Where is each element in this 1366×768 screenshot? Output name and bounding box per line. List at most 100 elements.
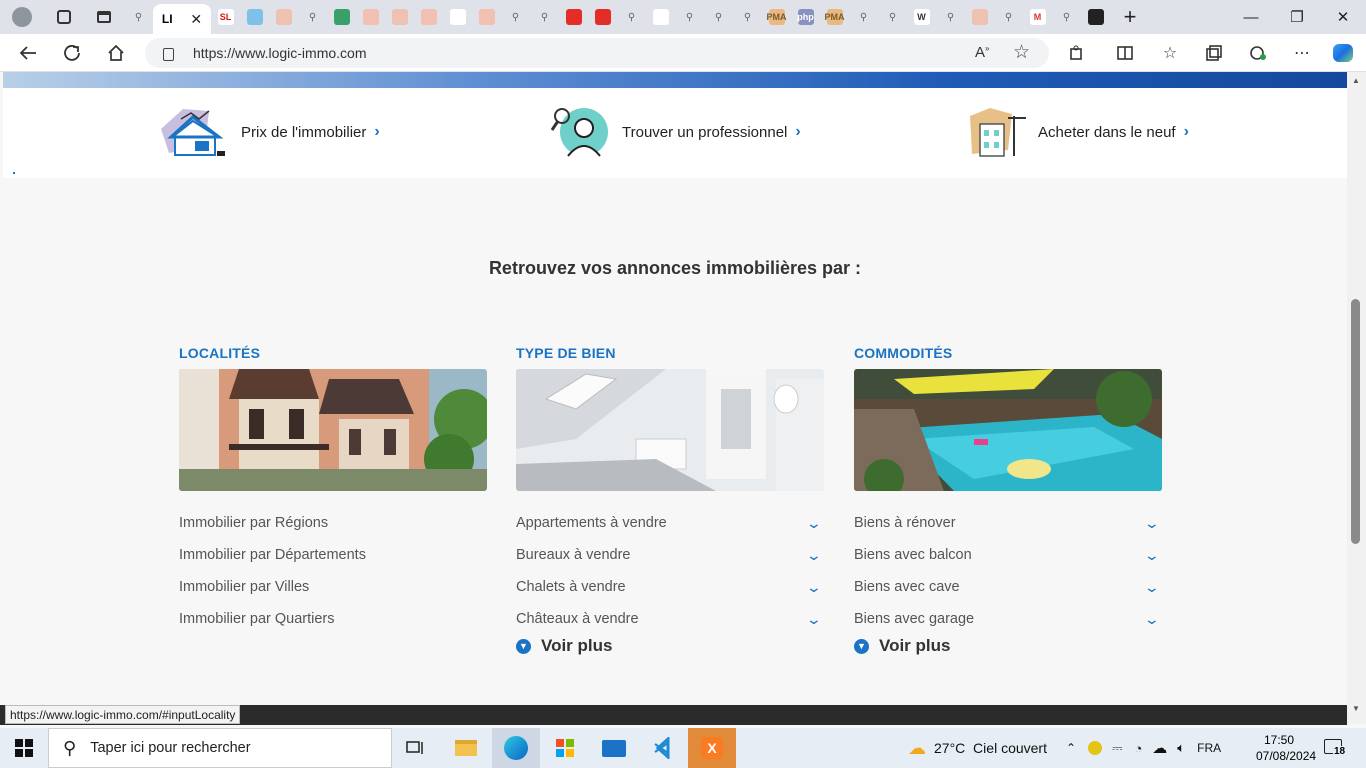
minimize-icon[interactable]: —: [1228, 0, 1274, 34]
list-item[interactable]: Bureaux à vendre ⌄: [516, 539, 824, 571]
browser-tab[interactable]: ⚲: [617, 3, 646, 31]
workspaces-icon[interactable]: [44, 3, 84, 31]
browser-tab[interactable]: [240, 3, 269, 31]
restore-icon[interactable]: ❐: [1274, 0, 1320, 34]
voir-plus-button[interactable]: ▼ Voir plus: [854, 636, 1162, 656]
tab-actions-icon[interactable]: [84, 3, 124, 31]
browser-tab[interactable]: ⚲: [704, 3, 733, 31]
vertical-scrollbar[interactable]: ▲ ▼: [1347, 72, 1366, 724]
list-item[interactable]: Immobilier par Régions: [179, 507, 487, 539]
split-screen-icon[interactable]: [1110, 39, 1140, 67]
browser-tab[interactable]: [472, 3, 501, 31]
chevron-down-icon[interactable]: ⌄: [1144, 611, 1160, 628]
browser-tab[interactable]: [965, 3, 994, 31]
browser-tab[interactable]: ⚲: [124, 3, 153, 31]
chevron-down-icon[interactable]: ⌄: [806, 515, 822, 532]
browser-tab[interactable]: ⚲: [994, 3, 1023, 31]
browser-tab[interactable]: [559, 3, 588, 31]
browser-tab[interactable]: [646, 3, 675, 31]
browser-tab[interactable]: [443, 3, 472, 31]
lock-icon[interactable]: [163, 48, 174, 61]
edge-taskbar-icon[interactable]: [492, 728, 540, 768]
browser-tab[interactable]: [1081, 3, 1110, 31]
voir-plus-button[interactable]: ▼ Voir plus: [516, 636, 824, 656]
list-item[interactable]: Immobilier par Villes: [179, 571, 487, 603]
task-view-icon[interactable]: [392, 728, 440, 768]
list-item[interactable]: Biens avec garage ⌄: [854, 603, 1162, 635]
language-indicator[interactable]: FRA: [1197, 741, 1221, 755]
list-item[interactable]: Biens avec balcon ⌄: [854, 539, 1162, 571]
browser-tab[interactable]: [414, 3, 443, 31]
wifi-icon[interactable]: ◔: [1134, 741, 1142, 756]
home-icon[interactable]: [101, 39, 131, 67]
file-explorer-icon[interactable]: [442, 728, 490, 768]
list-item[interactable]: Biens à rénover ⌄: [854, 507, 1162, 539]
weather-widget[interactable]: ☁ 27°C Ciel couvert: [908, 728, 1047, 768]
notification-center-icon[interactable]: 18: [1324, 739, 1347, 757]
clock[interactable]: 17:50 07/08/2024: [1256, 732, 1316, 764]
browser-tab[interactable]: ⚲: [849, 3, 878, 31]
browser-tab[interactable]: ⚲: [501, 3, 530, 31]
close-window-icon[interactable]: ✕: [1320, 0, 1366, 34]
mail-icon[interactable]: [590, 728, 638, 768]
chevron-down-icon[interactable]: ⌄: [1144, 547, 1160, 564]
quick-link-professional[interactable]: Trouver un professionnel ›: [550, 106, 801, 158]
quick-link-price[interactable]: Prix de l'immobilier ›: [161, 106, 380, 158]
onedrive-cloud-icon[interactable]: ☁: [1152, 739, 1167, 757]
browser-tab[interactable]: [327, 3, 356, 31]
volume-icon[interactable]: 🔈︎: [1177, 740, 1185, 756]
chevron-down-icon[interactable]: ⌄: [806, 579, 822, 596]
browser-tab[interactable]: PMA: [762, 3, 791, 31]
list-item[interactable]: Biens avec cave ⌄: [854, 571, 1162, 603]
tab-active[interactable]: LI ✕: [153, 4, 211, 34]
list-item[interactable]: Appartements à vendre ⌄: [516, 507, 824, 539]
windows-start-icon[interactable]: [0, 728, 48, 768]
list-item[interactable]: Immobilier par Quartiers: [179, 603, 487, 635]
browser-tab[interactable]: ⚲: [530, 3, 559, 31]
scrollbar-thumb[interactable]: [1351, 299, 1360, 544]
browser-tab[interactable]: [269, 3, 298, 31]
performance-icon[interactable]: [1243, 39, 1273, 67]
browser-tab[interactable]: [356, 3, 385, 31]
refresh-icon[interactable]: [57, 39, 87, 67]
back-icon[interactable]: [13, 39, 43, 67]
chevron-down-icon[interactable]: ⌄: [1144, 515, 1160, 532]
browser-tab[interactable]: ⚲: [733, 3, 762, 31]
norton-icon[interactable]: [1088, 741, 1103, 755]
xampp-icon[interactable]: X: [688, 728, 736, 768]
profile-avatar-icon[interactable]: [0, 3, 44, 31]
quick-link-new-build[interactable]: Acheter dans le neuf ›: [968, 106, 1189, 158]
scroll-down-arrow-icon[interactable]: ▼: [1352, 704, 1360, 713]
store-icon[interactable]: [541, 728, 589, 768]
browser-tab[interactable]: PMA: [820, 3, 849, 31]
browser-tab[interactable]: M: [1023, 3, 1052, 31]
extensions-icon[interactable]: [1062, 39, 1092, 67]
browser-tab[interactable]: W: [907, 3, 936, 31]
new-tab-icon[interactable]: +: [1110, 3, 1150, 31]
scroll-up-arrow-icon[interactable]: ▲: [1352, 76, 1360, 85]
copilot-icon[interactable]: [1328, 39, 1358, 67]
vscode-icon[interactable]: [639, 728, 687, 768]
list-item[interactable]: Immobilier par Départements: [179, 539, 487, 571]
browser-tab[interactable]: ⚲: [675, 3, 704, 31]
favorites-icon[interactable]: ☆: [1155, 39, 1185, 67]
browser-tab[interactable]: [385, 3, 414, 31]
browser-tab[interactable]: ⚲: [878, 3, 907, 31]
chevron-down-icon[interactable]: ⌄: [806, 611, 822, 628]
browser-tab[interactable]: ⚲: [1052, 3, 1081, 31]
browser-tab[interactable]: ⚲: [936, 3, 965, 31]
collections-icon[interactable]: [1199, 39, 1229, 67]
usb-icon[interactable]: ⎓: [1112, 740, 1122, 756]
show-hidden-icons-chevron-icon[interactable]: ⌃: [1066, 741, 1076, 755]
chevron-down-icon[interactable]: ⌄: [1144, 579, 1160, 596]
list-item[interactable]: Chalets à vendre ⌄: [516, 571, 824, 603]
read-aloud-icon[interactable]: A»: [975, 44, 989, 61]
browser-tab[interactable]: SL: [211, 3, 240, 31]
url-field[interactable]: https://www.logic-immo.com A» ☆: [145, 38, 1049, 68]
taskbar-search-box[interactable]: ⚲ Taper ici pour rechercher: [48, 728, 392, 768]
browser-tab[interactable]: php: [791, 3, 820, 31]
favorite-star-icon[interactable]: ☆: [1013, 41, 1030, 64]
close-tab-icon[interactable]: ✕: [190, 11, 202, 28]
browser-tab[interactable]: ⚲: [298, 3, 327, 31]
chevron-down-icon[interactable]: ⌄: [806, 547, 822, 564]
